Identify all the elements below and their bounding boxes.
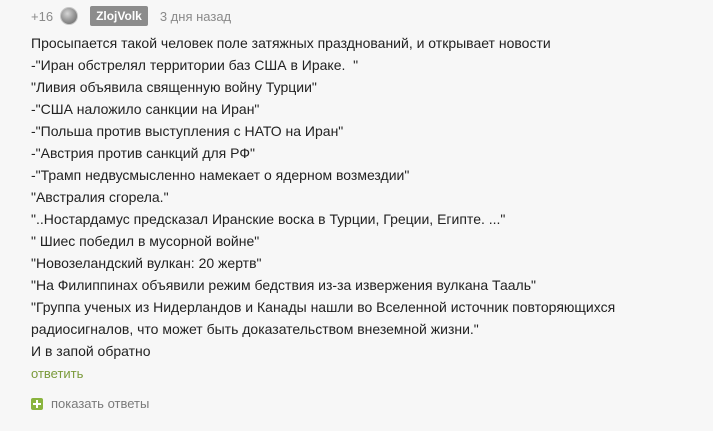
- comment-line: " Шиес победил в мусорной войне": [31, 233, 260, 249]
- comment-line: Просыпается такой человек поле затяжных …: [31, 35, 551, 51]
- comment-line: "Группа ученых из Нидерландов и Канады н…: [31, 299, 616, 315]
- comment-line: -"Иран обстрелял территории баз США в Ир…: [31, 57, 359, 73]
- comment-line: "Ливия объявила священную войну Турции": [31, 79, 317, 95]
- comment-rating: +16: [31, 8, 54, 24]
- comment: +16 ZlojVolk 3 дня назад Просыпается так…: [0, 0, 713, 431]
- comment-line: -"Австрия против санкций для РФ": [31, 145, 255, 161]
- comment-line: "Австралия сгорела.": [31, 189, 169, 205]
- comment-line: -"Трамп недвусмысленно намекает о ядерно…: [31, 167, 410, 183]
- author-badge[interactable]: ZlojVolk: [90, 6, 148, 26]
- comment-line: "На Филиппинах объявили режим бедствия и…: [31, 277, 536, 293]
- plus-icon: [31, 398, 43, 410]
- comment-line: "..Ностардамус предсказал Иранские воска…: [31, 211, 506, 227]
- comment-line: -"США наложило санкции на Иран": [31, 101, 260, 117]
- comment-header: +16 ZlojVolk 3 дня назад: [31, 5, 231, 27]
- comment-line: "Новозеландский вулкан: 20 жертв": [31, 255, 262, 271]
- comment-line: И в запой обратно: [31, 343, 151, 359]
- comment-line: -"Польша против выступления с НАТО на Ир…: [31, 123, 344, 139]
- comment-body: Просыпается такой человек поле затяжных …: [31, 32, 691, 362]
- reply-link[interactable]: ответить: [31, 364, 83, 384]
- comment-line: радиосигналов, что может быть доказатель…: [31, 321, 479, 337]
- avatar-icon[interactable]: [60, 7, 79, 25]
- comment-time[interactable]: 3 дня назад: [160, 9, 231, 24]
- show-replies-label: показать ответы: [51, 396, 150, 411]
- show-replies-button[interactable]: показать ответы: [31, 394, 149, 414]
